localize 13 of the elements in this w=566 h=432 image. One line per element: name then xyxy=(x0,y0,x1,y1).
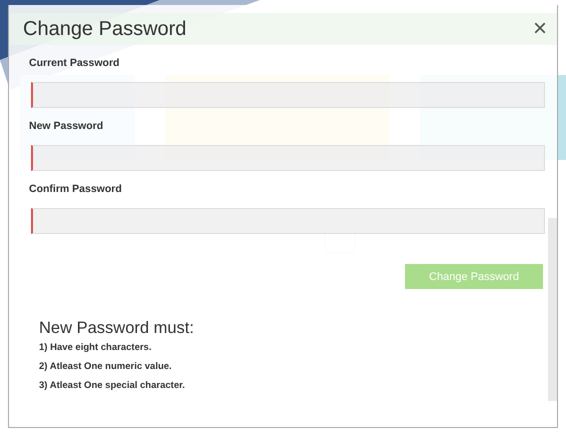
password-field[interactable] xyxy=(31,145,545,171)
password-field[interactable] xyxy=(31,82,545,108)
field-label: Current Password xyxy=(29,57,120,69)
rules-heading: New Password must: xyxy=(39,319,194,338)
rule-text: 2) Atleast One numeric value. xyxy=(39,361,172,372)
rule-text: 3) Atleast One special character. xyxy=(39,380,185,391)
close-button[interactable]: × xyxy=(532,17,547,41)
field-label: New Password xyxy=(29,120,104,132)
password-field[interactable] xyxy=(31,208,545,234)
scrollbar[interactable] xyxy=(548,218,557,401)
field-label: Confirm Password xyxy=(29,183,122,195)
rule-text: 1) Have eight characters. xyxy=(39,342,152,353)
dialog-title: Change Password xyxy=(23,18,186,40)
